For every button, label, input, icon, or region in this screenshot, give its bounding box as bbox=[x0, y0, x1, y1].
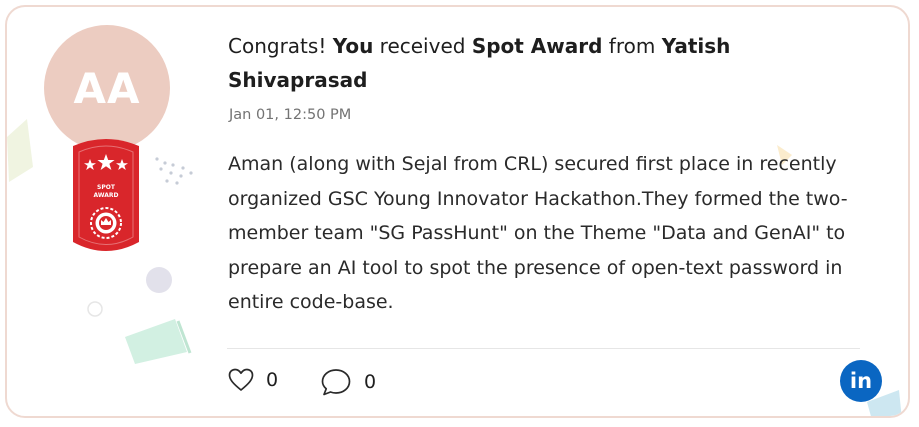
recipient-name: You bbox=[332, 34, 374, 58]
svg-text:AWARD: AWARD bbox=[94, 192, 119, 199]
heart-icon bbox=[228, 368, 254, 391]
svg-text:SPOT: SPOT bbox=[97, 184, 116, 191]
award-name: Spot Award bbox=[471, 34, 603, 58]
comment-count: 0 bbox=[364, 371, 377, 393]
comment-button[interactable]: 0 bbox=[320, 368, 376, 396]
divider bbox=[227, 348, 860, 349]
award-card: AA SPOT AWARD Congrats! You received Spo… bbox=[5, 5, 910, 418]
award-headline: Congrats! You received Spot Award from Y… bbox=[228, 29, 788, 97]
like-count: 0 bbox=[266, 369, 279, 391]
award-message: Aman (along with Sejal from CRL) secured… bbox=[228, 153, 848, 313]
comment-icon bbox=[321, 369, 351, 396]
linkedin-share-button[interactable]: in bbox=[840, 360, 882, 402]
avatar: AA bbox=[44, 25, 170, 151]
linkedin-icon: in bbox=[849, 369, 873, 393]
post-timestamp: Jan 01, 12:50 PM bbox=[229, 107, 352, 123]
headline-mid-1: received bbox=[373, 34, 472, 58]
headline-prefix: Congrats! bbox=[228, 34, 333, 58]
headline-mid-2: from bbox=[602, 34, 662, 58]
spot-award-badge-icon: SPOT AWARD bbox=[73, 139, 139, 251]
like-button[interactable]: 0 bbox=[228, 368, 278, 392]
